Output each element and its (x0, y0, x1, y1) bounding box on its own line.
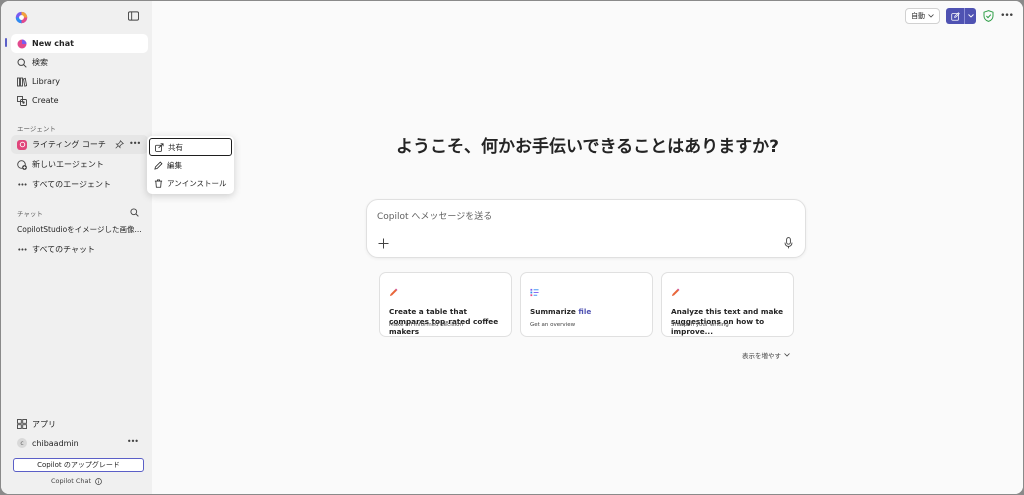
card-subtitle: Make an informed decision (389, 322, 463, 328)
suggestion-card[interactable]: Analyze this text and make suggestions o… (661, 272, 794, 337)
copilot-chat-icon (17, 39, 27, 49)
main-panel: 自動 ••• ようこそ、何かお手伝いできることはありますか? Copilot へ… (152, 1, 1023, 494)
new-agent-icon (17, 159, 27, 170)
active-indicator (5, 38, 7, 47)
sidebar-item-label: Library (32, 77, 60, 86)
app-window: New chat 検索 Library Create エージェント ライティング… (1, 1, 1023, 494)
new-chat-split-button (946, 8, 977, 24)
suggestion-card[interactable]: Summarize file Get an overview (520, 272, 653, 337)
sidebar-item-label: New chat (32, 39, 74, 48)
plus-icon[interactable] (378, 238, 389, 249)
create-icon (17, 95, 27, 106)
info-icon[interactable] (95, 477, 102, 485)
sidebar-item-all-agents[interactable]: ••• すべてのエージェント (11, 175, 148, 194)
agent-context-menu: 共有 編集 アンインストール (147, 136, 234, 194)
sidebar-item-apps[interactable]: アプリ (11, 415, 148, 433)
section-label-agents: エージェント (17, 125, 56, 133)
sidebar-item-label: CopilotStudioをイメージした画像... (17, 225, 142, 234)
search-icon (17, 57, 27, 68)
mode-label: 自動 (911, 12, 926, 20)
share-icon (155, 142, 164, 152)
sidebar-item-new-agent[interactable]: 新しいエージェント (11, 155, 148, 174)
chevron-down-icon (784, 353, 790, 357)
summary-list-icon (530, 288, 539, 297)
message-composer[interactable]: Copilot へメッセージを送る (366, 199, 806, 258)
card-subtitle: Sharpen your writing (671, 322, 729, 328)
show-more-label: 表示を増やす (742, 352, 781, 360)
apps-grid-icon (17, 419, 27, 429)
pencil-icon (154, 161, 163, 170)
sidebar-item-writing-coach[interactable]: ライティング コーチ ••• (11, 135, 148, 154)
chevron-down-icon (967, 14, 974, 18)
more-options-icon[interactable]: ••• (127, 437, 139, 446)
section-label-chats: チャット (17, 210, 43, 218)
shield-check-icon[interactable] (982, 10, 994, 22)
copilot-logo-icon[interactable] (15, 11, 28, 24)
chevron-down-icon (928, 14, 934, 18)
more-options-icon[interactable]: ••• (1000, 11, 1014, 21)
menu-item-uninstall[interactable]: アンインストール (149, 174, 232, 192)
footer-brand: Copilot Chat (1, 477, 152, 485)
writing-coach-agent-icon (17, 139, 27, 150)
welcome-headline: ようこそ、何かお手伝いできることはありますか? (395, 137, 779, 157)
sidebar-item-label: 検索 (32, 58, 48, 67)
chat-search-icon[interactable] (130, 208, 139, 217)
sidebar-item-label: 新しいエージェント (32, 160, 104, 169)
sidebar-item-create[interactable]: Create (11, 91, 148, 110)
suggestion-cards: Create a table that compares top-rated c… (379, 272, 794, 337)
pencil-sparkle-icon (671, 288, 680, 297)
new-chat-button[interactable] (946, 8, 965, 24)
sidebar-item-label: Create (32, 96, 59, 105)
menu-item-label: 編集 (167, 160, 182, 170)
avatar: c (17, 438, 27, 448)
menu-item-label: 共有 (168, 142, 183, 152)
ellipsis-icon: ••• (17, 180, 27, 189)
card-subtitle: Get an overview (530, 322, 576, 328)
sidebar-item-label: すべてのエージェント (32, 180, 111, 189)
compose-icon (950, 11, 960, 21)
sidebar-item-search[interactable]: 検索 (11, 53, 148, 72)
card-title: Summarize file (530, 307, 592, 316)
top-controls: 自動 ••• (905, 8, 1014, 24)
library-icon (17, 77, 27, 87)
user-profile[interactable]: c chibaadmin ••• (11, 434, 148, 452)
sidebar-item-label: アプリ (32, 419, 56, 429)
menu-item-label: アンインストール (167, 178, 227, 188)
mode-dropdown[interactable]: 自動 (905, 8, 941, 24)
user-name: chibaadmin (32, 438, 79, 448)
pencil-sparkle-icon (389, 288, 398, 297)
suggestion-card[interactable]: Create a table that compares top-rated c… (379, 272, 512, 337)
new-chat-dropdown-button[interactable] (964, 8, 977, 24)
sidebar: New chat 検索 Library Create エージェント ライティング… (1, 1, 152, 494)
menu-item-edit[interactable]: 編集 (149, 156, 232, 174)
microphone-icon[interactable] (784, 237, 793, 249)
sidebar-item-new-chat[interactable]: New chat (11, 34, 148, 53)
sidebar-toggle-icon[interactable] (128, 11, 139, 21)
sidebar-item-all-chats[interactable]: ••• すべてのチャット (11, 240, 148, 259)
message-input[interactable]: Copilot へメッセージを送る (377, 209, 492, 222)
brand-label: Copilot Chat (50, 477, 92, 485)
trash-icon (154, 178, 163, 188)
ellipsis-icon: ••• (17, 245, 27, 254)
pin-icon[interactable] (115, 140, 124, 149)
menu-item-share[interactable]: 共有 (149, 138, 232, 156)
sidebar-item-label: すべてのチャット (32, 245, 96, 254)
sidebar-item-label: ライティング コーチ (32, 140, 106, 149)
show-more-button[interactable]: 表示を増やす (742, 350, 790, 360)
sidebar-item-library[interactable]: Library (11, 72, 148, 91)
upgrade-button[interactable]: Copilot のアップグレード (13, 458, 144, 472)
sidebar-item-recent-chat[interactable]: CopilotStudioをイメージした画像... (11, 220, 148, 239)
more-options-icon[interactable]: ••• (129, 139, 141, 148)
